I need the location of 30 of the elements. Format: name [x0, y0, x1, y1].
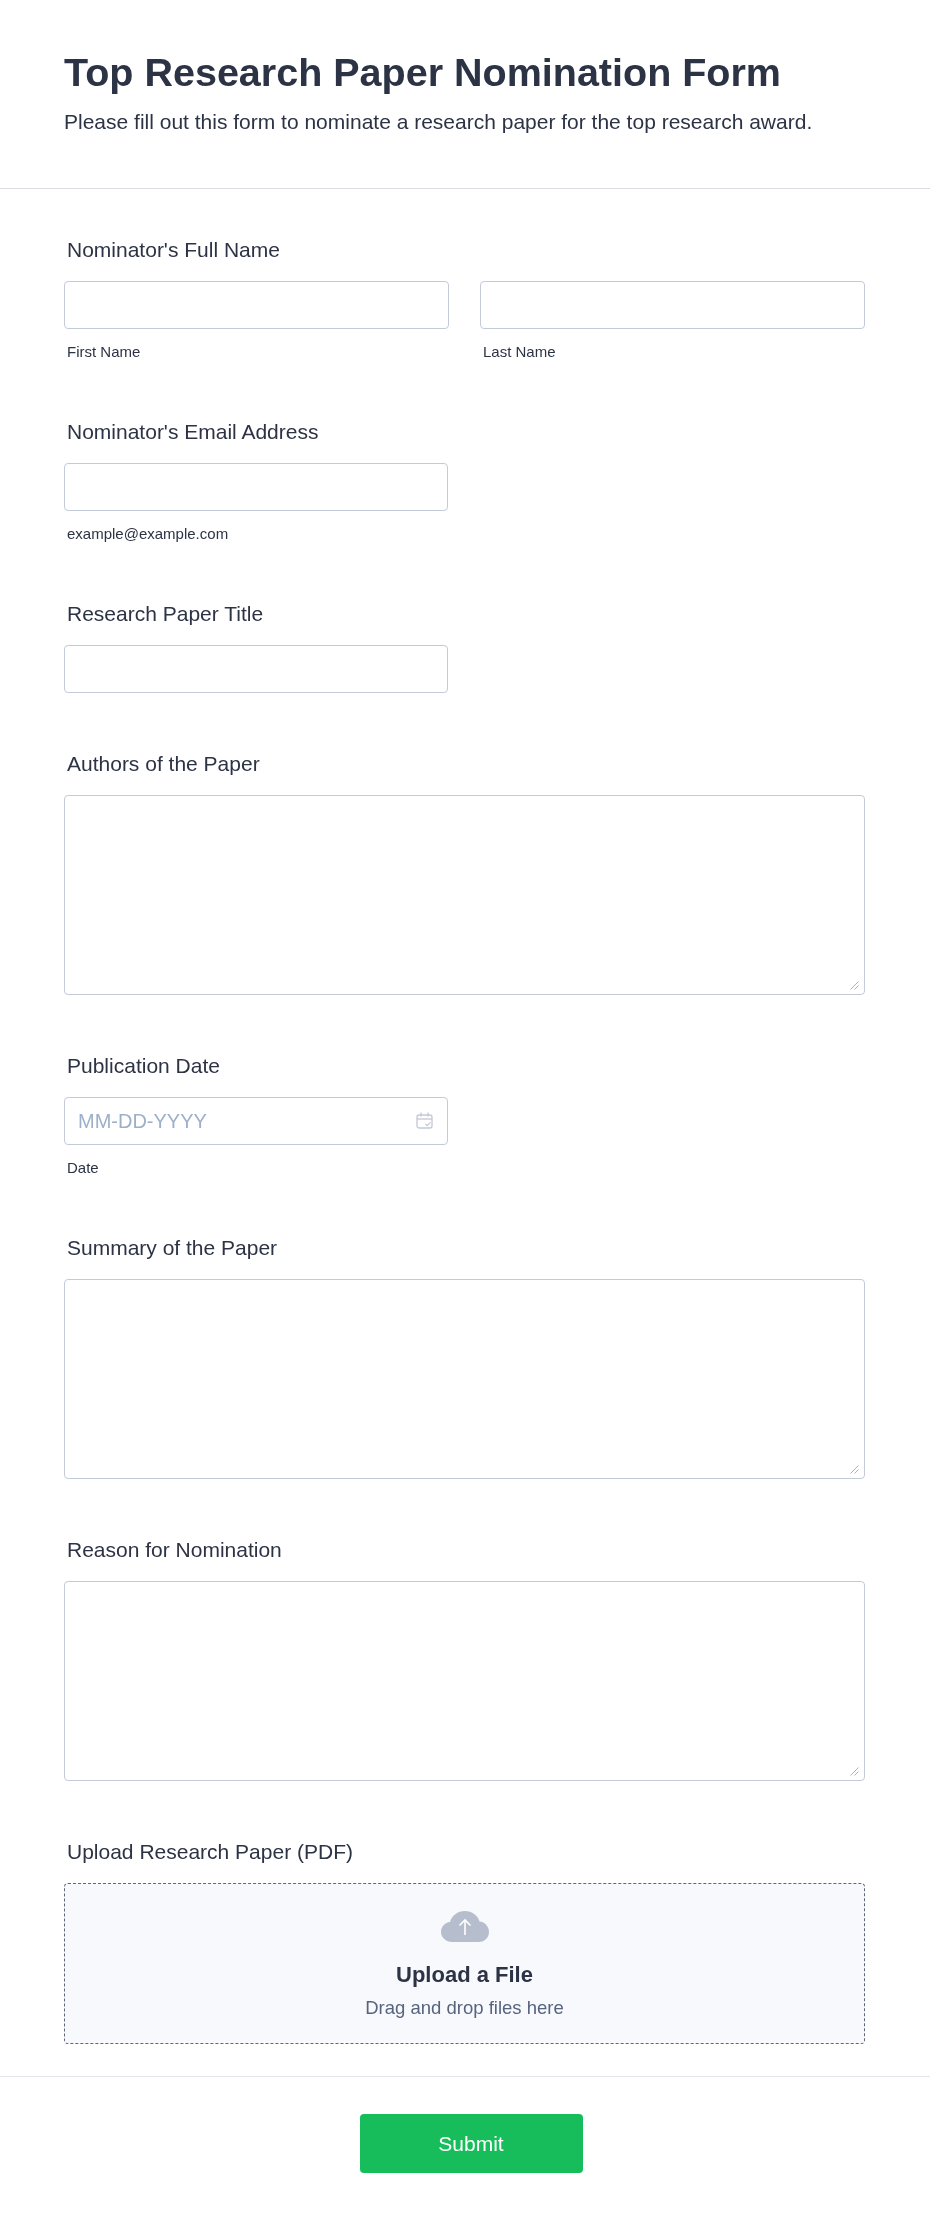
- text-area[interactable]: [64, 1279, 865, 1479]
- field-sublabel: Date: [66, 1159, 99, 1177]
- input-field[interactable]: [64, 463, 448, 511]
- calendar-icon[interactable]: [416, 1112, 433, 1129]
- input-field[interactable]: [64, 281, 449, 329]
- resize-handle-icon[interactable]: [850, 1465, 859, 1474]
- field-label: Authors of the Paper: [66, 752, 260, 776]
- input-field[interactable]: [64, 645, 448, 693]
- field-sublabel: First Name: [66, 343, 141, 361]
- upload-dropzone[interactable]: Upload a File Drag and drop files here: [64, 1883, 865, 2044]
- text-area[interactable]: [64, 795, 865, 995]
- field-sublabel: Last Name: [482, 343, 556, 361]
- field-label: Research Paper Title: [66, 602, 264, 626]
- form-description: Please fill out this form to nominate a research paper for the top research award.: [64, 109, 814, 134]
- field-label: Nominator's Full Name: [66, 238, 280, 262]
- input-field[interactable]: [480, 281, 865, 329]
- field-label: Reason for Nomination: [66, 1538, 282, 1562]
- field-label: Nominator's Email Address: [66, 420, 319, 444]
- upload-hint: Drag and drop files here: [365, 1997, 564, 2019]
- field-label: Summary of the Paper: [66, 1236, 278, 1260]
- form-title: Top Research Paper Nomination Form: [64, 50, 782, 95]
- field-label: Publication Date: [66, 1054, 220, 1078]
- text-area[interactable]: [64, 1581, 865, 1781]
- field-sublabel: example@example.com: [66, 525, 229, 543]
- field-label: Upload Research Paper (PDF): [66, 1840, 353, 1864]
- upload-title: Upload a File: [396, 1962, 533, 1988]
- resize-handle-icon[interactable]: [850, 1767, 859, 1776]
- resize-handle-icon[interactable]: [850, 981, 859, 990]
- cloud-upload-icon: [440, 1911, 489, 1942]
- date-field[interactable]: MM-DD-YYYY: [64, 1097, 448, 1145]
